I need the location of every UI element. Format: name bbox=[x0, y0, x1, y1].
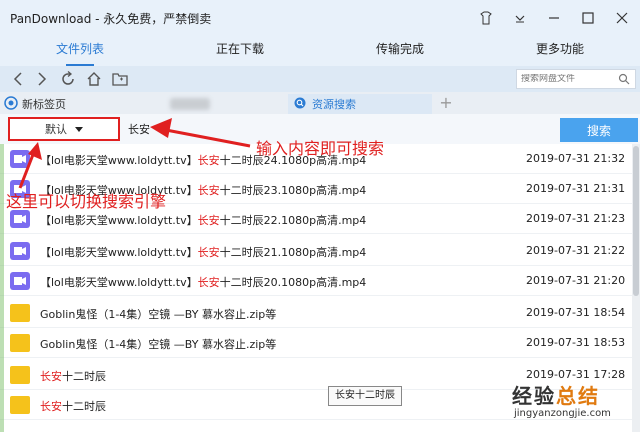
video-file-icon bbox=[10, 210, 30, 228]
file-date: 2019-07-31 21:20 bbox=[526, 274, 626, 287]
forward-icon[interactable] bbox=[32, 68, 52, 90]
close-icon[interactable] bbox=[610, 6, 634, 30]
file-name: Goblin鬼怪（1-4集）空镜 —BY 慕水容止.zip等 bbox=[40, 308, 277, 321]
new-tab-label: 新标签页 bbox=[22, 98, 66, 111]
file-row[interactable]: Goblin鬼怪（1-4集）空镜 —BY 慕水容止.zip等 2019-07-31… bbox=[0, 328, 632, 358]
refresh-icon[interactable] bbox=[58, 68, 78, 90]
app-title: PanDownload - 永久免费，严禁倒卖 bbox=[10, 12, 212, 26]
search-engine-value: 默认 bbox=[45, 123, 67, 136]
folder-icon bbox=[10, 366, 30, 384]
folder-icon bbox=[10, 334, 30, 352]
search-button[interactable]: 搜索 bbox=[560, 118, 638, 142]
resource-search-icon bbox=[294, 97, 306, 112]
file-name: 【lol电影天堂www.loldytt.tv】长安十二时辰21.1080p高清.… bbox=[40, 246, 367, 259]
file-name: 长安十二时辰 bbox=[40, 370, 106, 383]
main-tabs: 文件列表 正在下载 传输完成 更多功能 bbox=[0, 36, 640, 66]
file-name: 【lol电影天堂www.loldytt.tv】长安十二时辰22.1080p高清.… bbox=[40, 214, 367, 227]
tab-resource-search[interactable]: 资源搜索 bbox=[288, 94, 432, 114]
file-name: 长安十二时辰 bbox=[40, 400, 106, 413]
toolbar bbox=[0, 66, 640, 92]
watermark-logo: 经验总结 bbox=[512, 384, 600, 408]
file-date: 2019-07-31 21:23 bbox=[526, 212, 626, 225]
tab-more-features[interactable]: 更多功能 bbox=[524, 40, 596, 66]
file-name: 【lol电影天堂www.loldytt.tv】长安十二时辰20.1080p高清.… bbox=[40, 276, 367, 289]
video-file-icon bbox=[10, 272, 30, 290]
netdisk-search-box[interactable] bbox=[516, 69, 636, 89]
watermark: 经验总结 jingyanzongjie.com bbox=[508, 380, 640, 432]
search-icon[interactable] bbox=[617, 72, 631, 86]
add-tab-icon[interactable]: + bbox=[438, 95, 454, 111]
file-row[interactable]: Goblin鬼怪（1-4集）空镜 —BY 慕水容止.zip等 2019-07-31… bbox=[0, 298, 632, 328]
scrollbar-thumb[interactable] bbox=[633, 146, 639, 296]
menu-icon[interactable] bbox=[508, 6, 532, 30]
input-hint-annotation: 输入内容即可搜索 bbox=[256, 139, 385, 158]
file-row[interactable]: 【lol电影天堂www.loldytt.tv】长安十二时辰20.1080p高清.… bbox=[0, 266, 632, 296]
file-date: 2019-07-31 21:32 bbox=[526, 152, 626, 165]
back-icon[interactable] bbox=[8, 68, 28, 90]
search-engine-select[interactable]: 默认 bbox=[8, 117, 120, 141]
skin-icon[interactable] bbox=[474, 6, 498, 30]
tab-completed[interactable]: 传输完成 bbox=[364, 40, 436, 66]
browser-tab-strip: 新标签页 资源搜索 + bbox=[0, 92, 640, 114]
chevron-down-icon bbox=[75, 123, 83, 136]
folder-icon bbox=[10, 396, 30, 414]
folder-icon bbox=[10, 304, 30, 322]
home-icon[interactable] bbox=[84, 68, 104, 90]
minimize-icon[interactable] bbox=[542, 6, 566, 30]
new-folder-icon[interactable] bbox=[110, 68, 130, 90]
file-date: 2019-07-31 21:31 bbox=[526, 182, 626, 195]
video-file-icon bbox=[10, 242, 30, 260]
tab-downloading[interactable]: 正在下载 bbox=[204, 40, 276, 66]
watermark-url: jingyanzongjie.com bbox=[514, 408, 611, 419]
file-date: 2019-07-31 18:53 bbox=[526, 336, 626, 349]
maximize-icon[interactable] bbox=[576, 6, 600, 30]
tooltip: 长安十二时辰 bbox=[328, 386, 402, 406]
tab-file-list[interactable]: 文件列表 bbox=[44, 40, 116, 66]
browser-icon bbox=[4, 95, 18, 113]
engine-hint-annotation: 这里可以切换搜索引擎 bbox=[6, 192, 167, 211]
video-file-icon bbox=[10, 150, 30, 168]
tab-new-tab[interactable]: 新标签页 bbox=[4, 95, 66, 113]
blurred-tab bbox=[170, 98, 210, 110]
resource-search-label: 资源搜索 bbox=[312, 98, 356, 111]
left-strip bbox=[0, 144, 4, 432]
netdisk-search-input[interactable] bbox=[521, 74, 617, 84]
file-name: Goblin鬼怪（1-4集）空镜 —BY 慕水容止.zip等 bbox=[40, 338, 277, 351]
window-controls bbox=[474, 6, 634, 30]
file-row[interactable]: 【lol电影天堂www.loldytt.tv】长安十二时辰21.1080p高清.… bbox=[0, 236, 632, 266]
file-date: 2019-07-31 21:22 bbox=[526, 244, 626, 257]
file-date: 2019-07-31 18:54 bbox=[526, 306, 626, 319]
title-bar: PanDownload - 永久免费，严禁倒卖 bbox=[0, 0, 640, 36]
